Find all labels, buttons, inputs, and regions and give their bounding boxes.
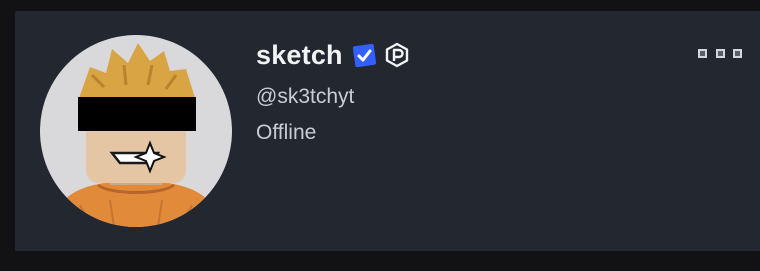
avatar-headshot-image [50,43,222,227]
profile-header-card: sketch @sk3tchyt Offline [15,11,760,251]
presence-status: Offline [256,121,317,144]
avatar[interactable] [40,35,232,227]
name-row: sketch [256,37,410,73]
more-options-button[interactable] [698,41,742,65]
more-options-icon [698,48,707,58]
more-options-icon [733,48,742,58]
display-name: sketch [256,40,343,70]
verified-check-badge-icon [351,42,378,69]
more-options-icon [715,48,725,58]
username: @sk3tchyt [256,85,355,108]
premium-icon [384,42,410,68]
